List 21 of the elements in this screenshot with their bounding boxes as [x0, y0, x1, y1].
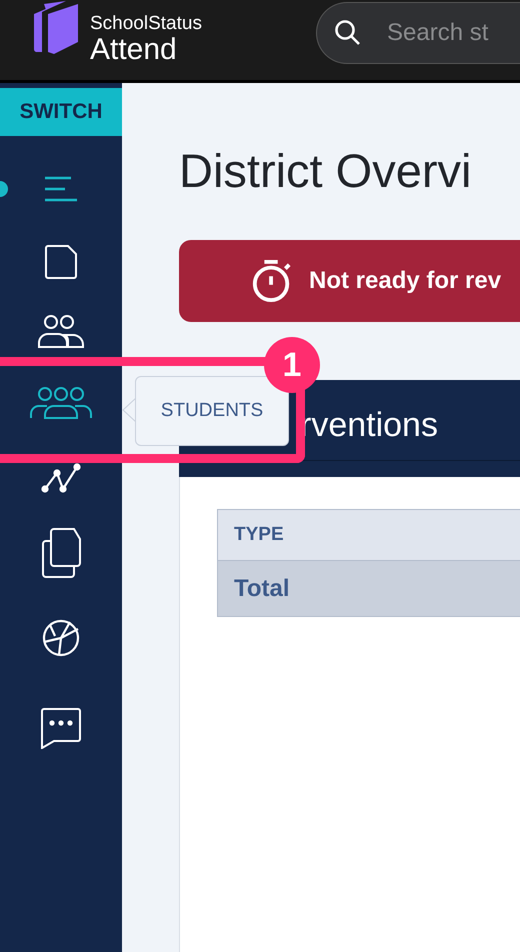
table-cell: Total	[218, 560, 520, 616]
alert-text: Not ready for rev	[309, 267, 502, 295]
documents-icon[interactable]	[40, 527, 82, 579]
book-logo-icon	[32, 0, 80, 56]
pie-chart-icon[interactable]	[40, 619, 82, 657]
column-header: TYPE	[218, 510, 520, 560]
search-field[interactable]: Search st	[316, 2, 520, 64]
chat-icon[interactable]	[40, 707, 82, 749]
line-chart-icon[interactable]	[41, 463, 81, 493]
tooltip: STUDENTS	[135, 376, 289, 446]
search-icon	[334, 19, 362, 47]
switch-button[interactable]: SWITCH	[0, 88, 122, 136]
brand-name: Attend	[90, 34, 178, 66]
stopwatch-icon	[251, 259, 293, 303]
brand-subtitle: SchoolStatus	[90, 14, 203, 34]
menu-icon[interactable]	[43, 175, 79, 203]
people-icon[interactable]	[37, 315, 85, 349]
document-icon[interactable]	[44, 244, 78, 280]
section-title: rventions	[300, 406, 438, 445]
page-title: District Overvi	[179, 143, 472, 199]
group-icon[interactable]	[29, 386, 93, 420]
